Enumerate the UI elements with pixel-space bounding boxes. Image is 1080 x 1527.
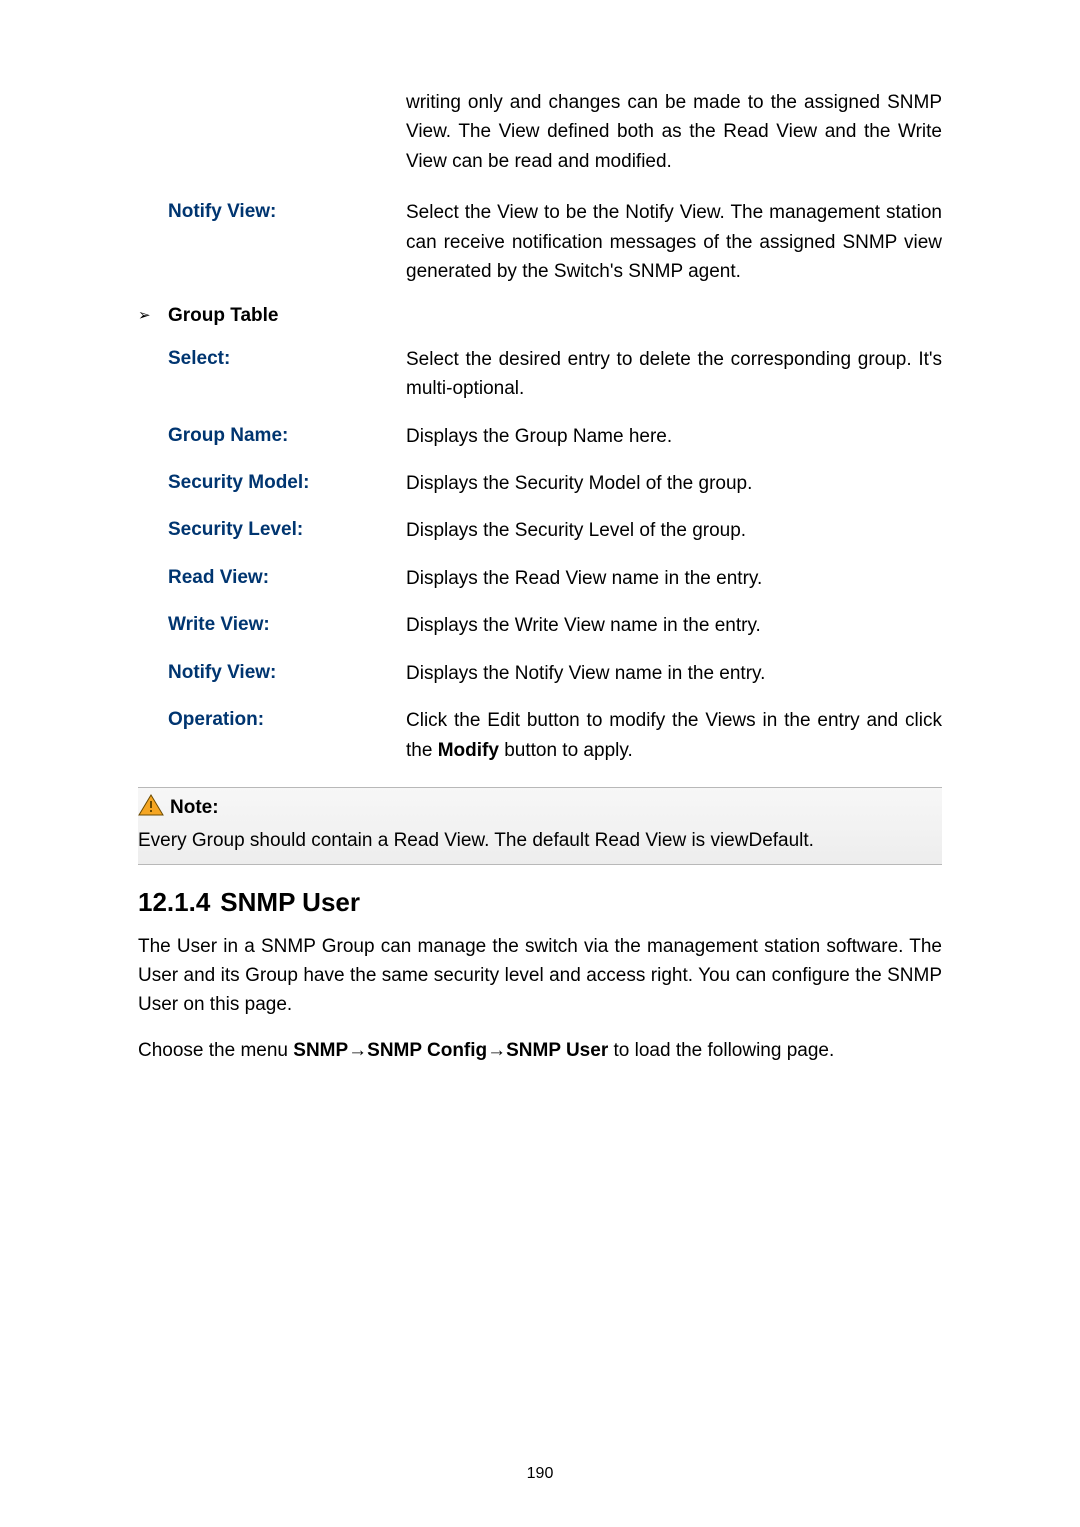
paragraph-2-bold: SNMP→SNMP Config→SNMP User bbox=[293, 1040, 608, 1061]
definition-label-security-level: Security Level: bbox=[138, 516, 406, 545]
definition-value-operation: Click the Edit button to modify the View… bbox=[406, 706, 942, 765]
definition-row: Read View: Displays the Read View name i… bbox=[138, 564, 942, 593]
definition-value-group-name: Displays the Group Name here. bbox=[406, 422, 942, 451]
definition-value-notify-view-2: Displays the Notify View name in the ent… bbox=[406, 659, 942, 688]
section-number: 12.1.4 bbox=[138, 887, 210, 918]
note-header: Note: bbox=[138, 794, 942, 821]
definition-label-group-name: Group Name: bbox=[138, 422, 406, 451]
definition-row: Group Name: Displays the Group Name here… bbox=[138, 422, 942, 451]
intro-continuation-text: writing only and changes can be made to … bbox=[406, 88, 942, 176]
paragraph-2-prefix: Choose the menu bbox=[138, 1040, 293, 1061]
warning-icon bbox=[138, 794, 164, 821]
definition-value-write-view: Displays the Write View name in the entr… bbox=[406, 611, 942, 640]
section-heading: 12.1.4 SNMP User bbox=[138, 887, 942, 918]
definition-value-notify-view: Select the View to be the Notify View. T… bbox=[406, 198, 942, 286]
definition-label-notify-view: Notify View: bbox=[138, 198, 406, 227]
definition-label-security-model: Security Model: bbox=[138, 469, 406, 498]
definition-value-security-model: Displays the Security Model of the group… bbox=[406, 469, 942, 498]
definition-row: Notify View: Displays the Notify View na… bbox=[138, 659, 942, 688]
definition-label-read-view: Read View: bbox=[138, 564, 406, 593]
document-page: writing only and changes can be made to … bbox=[0, 0, 1080, 1527]
definition-row: Select: Select the desired entry to dele… bbox=[138, 345, 942, 404]
definition-label-select: Select: bbox=[138, 345, 406, 374]
bullet-icon: ➢ bbox=[138, 305, 168, 326]
paragraph-2-suffix: to load the following page. bbox=[608, 1040, 834, 1061]
section-title: SNMP User bbox=[220, 887, 360, 917]
paragraph-1: The User in a SNMP Group can manage the … bbox=[138, 932, 942, 1020]
definition-row: Notify View: Select the View to be the N… bbox=[138, 198, 942, 286]
definition-label-write-view: Write View: bbox=[138, 611, 406, 640]
note-text: Every Group should contain a Read View. … bbox=[138, 827, 942, 856]
definition-row: Security Model: Displays the Security Mo… bbox=[138, 469, 942, 498]
group-table-heading-row: ➢ Group Table bbox=[138, 305, 942, 327]
definition-label-operation: Operation: bbox=[138, 706, 406, 735]
definition-label-notify-view-2: Notify View: bbox=[138, 659, 406, 688]
note-box: Note: Every Group should contain a Read … bbox=[138, 787, 942, 865]
group-table-heading: Group Table bbox=[168, 305, 278, 327]
definition-row: Operation: Click the Edit button to modi… bbox=[138, 706, 942, 765]
paragraph-2: Choose the menu SNMP→SNMP Config→SNMP Us… bbox=[138, 1036, 942, 1065]
definition-value-read-view: Displays the Read View name in the entry… bbox=[406, 564, 942, 593]
definition-value-select: Select the desired entry to delete the c… bbox=[406, 345, 942, 404]
definition-row: Security Level: Displays the Security Le… bbox=[138, 516, 942, 545]
definition-row: Write View: Displays the Write View name… bbox=[138, 611, 942, 640]
note-label: Note: bbox=[170, 797, 219, 819]
definition-value-security-level: Displays the Security Level of the group… bbox=[406, 516, 942, 545]
page-number: 190 bbox=[0, 1465, 1080, 1483]
